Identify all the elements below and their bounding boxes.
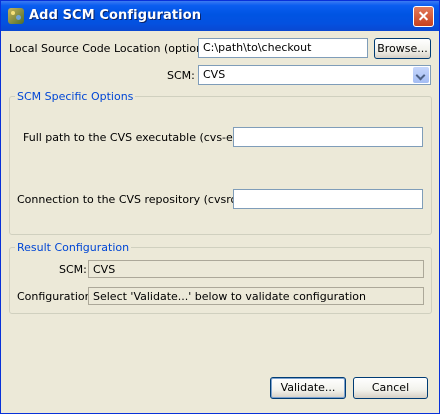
validate-button[interactable]: Validate... (270, 377, 346, 399)
app-icon (8, 8, 24, 24)
cvs-exe-label: Full path to the CVS executable (cvs-exe… (23, 131, 254, 144)
close-button[interactable] (413, 6, 434, 27)
result-configuration-value: Select 'Validate...' below to validate c… (88, 287, 424, 305)
scm-select-value: CVS (203, 68, 226, 81)
chevron-down-icon[interactable] (413, 67, 429, 83)
result-configuration-label: Configuration: (17, 290, 96, 303)
scm-specific-options-legend: SCM Specific Options (15, 90, 136, 103)
cvsroot-label: Connection to the CVS repository (cvsroo… (17, 193, 257, 206)
source-location-input[interactable]: C:\path\to\checkout (198, 38, 368, 58)
source-location-label: Local Source Code Location (optional): (9, 42, 221, 55)
scm-select[interactable]: CVS (198, 65, 431, 85)
result-configuration-legend: Result Configuration (15, 241, 132, 254)
result-scm-value: CVS (88, 260, 424, 278)
scm-label: SCM: (167, 69, 195, 82)
cancel-button[interactable]: Cancel (353, 377, 428, 399)
result-scm-label: SCM: (59, 263, 87, 276)
cvs-exe-input[interactable] (233, 127, 423, 147)
scm-specific-options-group (9, 96, 432, 235)
browse-button[interactable]: Browse... (374, 38, 431, 59)
cvsroot-input[interactable] (233, 189, 423, 209)
dialog-window: Add SCM Configuration Local Source Code … (0, 0, 440, 414)
title-bar[interactable]: Add SCM Configuration (1, 1, 439, 31)
window-title: Add SCM Configuration (29, 8, 202, 23)
